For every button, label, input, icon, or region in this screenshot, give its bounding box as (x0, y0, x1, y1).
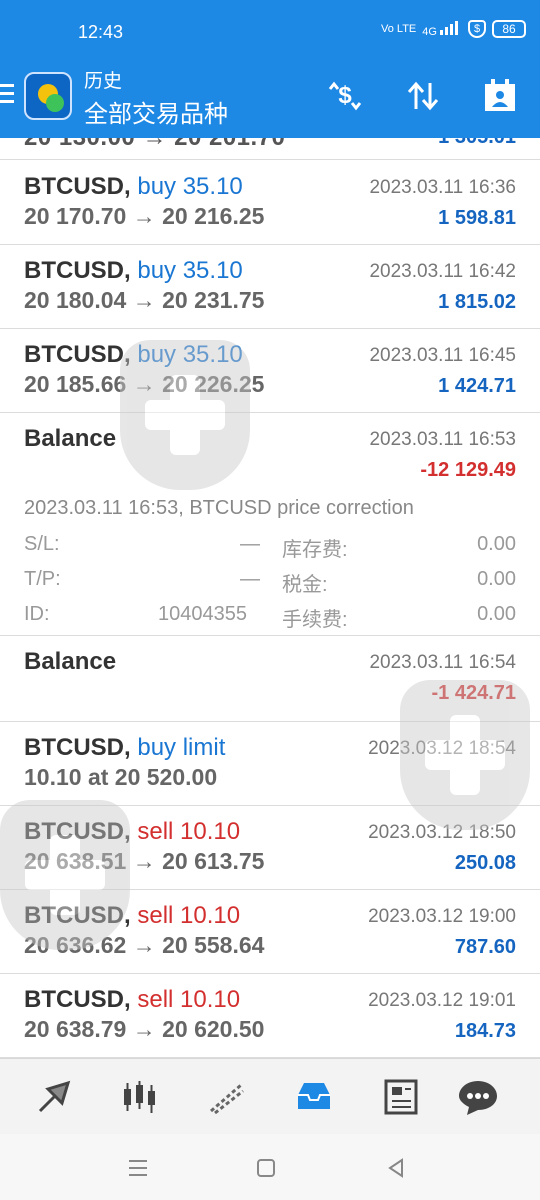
deal-time: 2023.03.11 16:36 (369, 177, 516, 198)
deal-prices: 20 638.79 → 20 620.50 (24, 1016, 265, 1042)
balance-amount: -1 424.71 (431, 682, 516, 704)
balance-row-expanded[interactable]: Balance 2023.03.11 16:53 -12 129.49 2023… (0, 413, 540, 636)
balance-time: 2023.03.11 16:53 (369, 429, 516, 450)
recent-apps-icon[interactable] (124, 1154, 152, 1182)
deal-symbol: BTCUSD, (24, 902, 131, 929)
balance-time: 2023.03.11 16:54 (369, 652, 516, 673)
deal-prices: 20 638.51 → 20 613.75 (24, 848, 265, 874)
deal-time: 2023.03.11 16:42 (369, 261, 516, 282)
id-line: ID: 10404355 手续费: 0.00 (24, 603, 516, 631)
symbol-filter[interactable]: 全部交易品种 (84, 94, 228, 129)
deal-operation: sell 10.10 (137, 902, 241, 929)
deal-time: 2023.03.12 19:01 (368, 990, 516, 1011)
deal-symbol: BTCUSD, (24, 173, 131, 200)
deal-symbol: BTCUSD, (24, 341, 131, 368)
status-bar: 12:43 Vo LTE 4G $ 86 (0, 0, 540, 66)
order-symbol: BTCUSD, (24, 734, 131, 761)
status-icons: Vo LTE 4G $ 86 (381, 20, 526, 38)
deal-symbol: BTCUSD, (24, 818, 131, 845)
list-item[interactable]: 20 130.00 → 20 201.70 1 305.01 (0, 138, 540, 160)
deal-time: 2023.03.12 18:50 (368, 822, 516, 843)
app-logo-icon (24, 72, 72, 120)
app-header: 12:43 Vo LTE 4G $ 86 历史 全部交易品种 $ (0, 0, 540, 138)
deal-operation: sell 10.10 (137, 986, 241, 1013)
balance-label: Balance (24, 648, 117, 675)
menu-icon[interactable] (0, 84, 16, 108)
order-time: 2023.03.12 18:54 (368, 738, 516, 759)
back-icon[interactable] (382, 1154, 410, 1182)
balance-comment: 2023.03.11 16:53, BTCUSD price correctio… (24, 497, 414, 519)
deal-profit: 184.73 (454, 1020, 516, 1042)
deal-time: 2023.03.11 16:45 (369, 345, 516, 366)
deal-row[interactable]: BTCUSD, sell 10.10 20 638.79 → 20 620.50… (0, 974, 540, 1058)
dollar-swap-icon[interactable]: $ (325, 76, 365, 116)
deal-symbol: BTCUSD, (24, 257, 131, 284)
home-icon[interactable] (252, 1154, 280, 1182)
deal-operation: sell 10.10 (137, 818, 241, 845)
deal-profit: 1 424.71 (438, 375, 516, 397)
deal-row[interactable]: BTCUSD, buy 35.10 20 185.66 → 20 226.25 … (0, 329, 540, 413)
balance-row[interactable]: Balance 2023.03.11 16:54 -1 424.71 (0, 636, 540, 722)
order-prices: 10.10 at 20 520.00 (24, 764, 218, 790)
deal-symbol: BTCUSD, (24, 986, 131, 1013)
deal-prices: 20 170.70 → 20 216.25 (24, 203, 265, 229)
balance-amount: -12 129.49 (420, 459, 516, 481)
chart-icon[interactable] (205, 1075, 249, 1119)
trade-icon[interactable] (32, 1075, 76, 1119)
deal-row[interactable]: BTCUSD, buy 35.10 20 180.04 → 20 231.75 … (0, 245, 540, 329)
deal-operation: buy 35.10 (137, 341, 243, 368)
system-navigation (0, 1134, 540, 1200)
deal-prices: 20 636.62 → 20 558.64 (24, 932, 265, 958)
deal-profit: 250.08 (454, 852, 516, 874)
signal-icon: 4G (422, 20, 462, 38)
status-time: 12:43 (78, 22, 124, 42)
deal-profit: 787.60 (454, 936, 516, 958)
messages-icon[interactable] (456, 1075, 500, 1119)
bottom-navigation (0, 1058, 540, 1134)
deal-operation: buy 35.10 (137, 173, 243, 200)
svg-text:$: $ (338, 82, 352, 109)
volte-icon: Vo LTE (380, 22, 417, 35)
balance-label: Balance (24, 425, 117, 452)
tp-line: T/P: — 税金: 0.00 (24, 568, 516, 596)
calendar-icon[interactable] (480, 76, 520, 116)
sort-icon[interactable] (403, 76, 443, 116)
deal-operation: buy 35.10 (137, 257, 243, 284)
quotes-icon[interactable] (118, 1075, 162, 1119)
battery-icon: 86 (492, 20, 526, 38)
deal-profit: 1 598.81 (438, 207, 516, 229)
history-icon[interactable] (292, 1075, 336, 1119)
deal-profit: 1 815.02 (438, 291, 516, 313)
security-shield-icon: $ (468, 20, 486, 38)
deal-row[interactable]: BTCUSD, sell 10.10 20 638.51 → 20 613.75… (0, 806, 540, 890)
news-icon[interactable] (378, 1075, 422, 1119)
deal-time: 2023.03.12 19:00 (368, 906, 516, 927)
deal-row[interactable]: BTCUSD, buy 35.10 20 170.70 → 20 216.25 … (0, 161, 540, 245)
deal-prices: 20 185.66 → 20 226.25 (24, 371, 265, 397)
sl-line: S/L: — 库存费: 0.00 (24, 533, 516, 561)
history-list: 20 130.00 → 20 201.70 1 305.01 BTCUSD, b… (0, 138, 540, 1058)
deal-prices: 20 180.04 → 20 231.75 (24, 287, 265, 313)
page-title: 历史 (84, 71, 123, 92)
deal-row[interactable]: BTCUSD, sell 10.10 20 636.62 → 20 558.64… (0, 890, 540, 974)
order-operation: buy limit (137, 734, 226, 761)
order-row[interactable]: BTCUSD, buy limit 10.10 at 20 520.00 202… (0, 722, 540, 806)
